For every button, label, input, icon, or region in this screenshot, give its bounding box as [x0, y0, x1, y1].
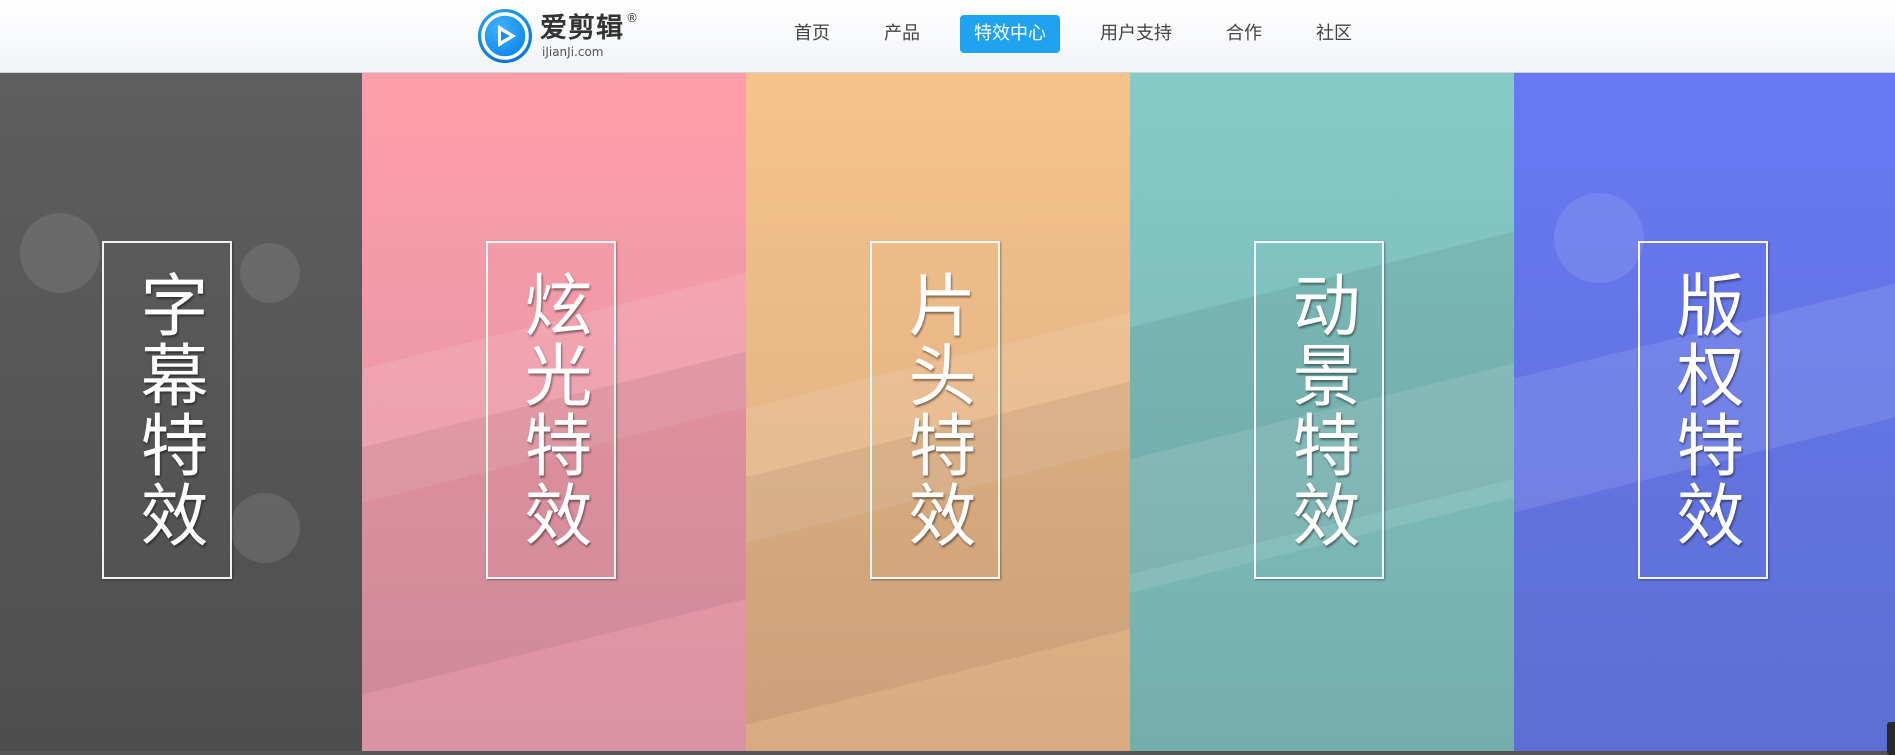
logo-text: 爱剪辑 iJianJi.com ®: [540, 11, 638, 59]
panel-subtitle-effects[interactable]: 字幕特效: [0, 73, 362, 751]
scrollbar-handle[interactable]: [1887, 722, 1895, 755]
top-header: 爱剪辑 iJianJi.com ® 首页 产品 特效中心 用户支持 合作 社区: [0, 0, 1895, 73]
panel-title-frame: 字幕特效: [102, 241, 232, 579]
panel-title: 炫光特效: [512, 270, 591, 550]
nav-user-support[interactable]: 用户支持: [1086, 15, 1186, 53]
panel-glow-effects[interactable]: 炫光特效: [362, 73, 746, 751]
effects-panels: 字幕特效 炫光特效 片头特效 动景特效 版权特效: [0, 73, 1895, 751]
nav-community[interactable]: 社区: [1302, 15, 1366, 53]
site-logo[interactable]: 爱剪辑 iJianJi.com ®: [478, 6, 638, 66]
panel-title-frame: 版权特效: [1638, 241, 1768, 579]
panel-motion-effects[interactable]: 动景特效: [1130, 73, 1514, 751]
panel-title: 版权特效: [1664, 270, 1743, 550]
bokeh-decoration: [20, 213, 100, 293]
nav-effects-center[interactable]: 特效中心: [960, 15, 1060, 53]
logo-name: 爱剪辑: [540, 13, 624, 44]
main-nav: 首页 产品 特效中心 用户支持 合作 社区: [780, 15, 1392, 53]
bottom-edge-bar: [0, 751, 1895, 755]
play-logo-icon: [478, 9, 532, 63]
logo-domain: iJianJi.com: [542, 45, 604, 59]
panel-title-frame: 动景特效: [1254, 241, 1384, 579]
panel-title-frame: 炫光特效: [486, 241, 616, 579]
nav-products[interactable]: 产品: [870, 15, 934, 53]
bokeh-decoration: [230, 493, 300, 563]
panel-copyright-effects[interactable]: 版权特效: [1514, 73, 1895, 751]
panel-title: 动景特效: [1280, 270, 1359, 550]
nav-home[interactable]: 首页: [780, 15, 844, 53]
bokeh-decoration: [1554, 193, 1644, 283]
panel-title: 片头特效: [896, 270, 975, 550]
registered-mark: ®: [626, 11, 638, 25]
panel-intro-effects[interactable]: 片头特效: [746, 73, 1130, 751]
panel-title: 字幕特效: [128, 270, 207, 550]
panel-title-frame: 片头特效: [870, 241, 1000, 579]
nav-cooperation[interactable]: 合作: [1212, 15, 1276, 53]
page: 爱剪辑 iJianJi.com ® 首页 产品 特效中心 用户支持 合作 社区 …: [0, 0, 1895, 755]
bokeh-decoration: [240, 243, 300, 303]
